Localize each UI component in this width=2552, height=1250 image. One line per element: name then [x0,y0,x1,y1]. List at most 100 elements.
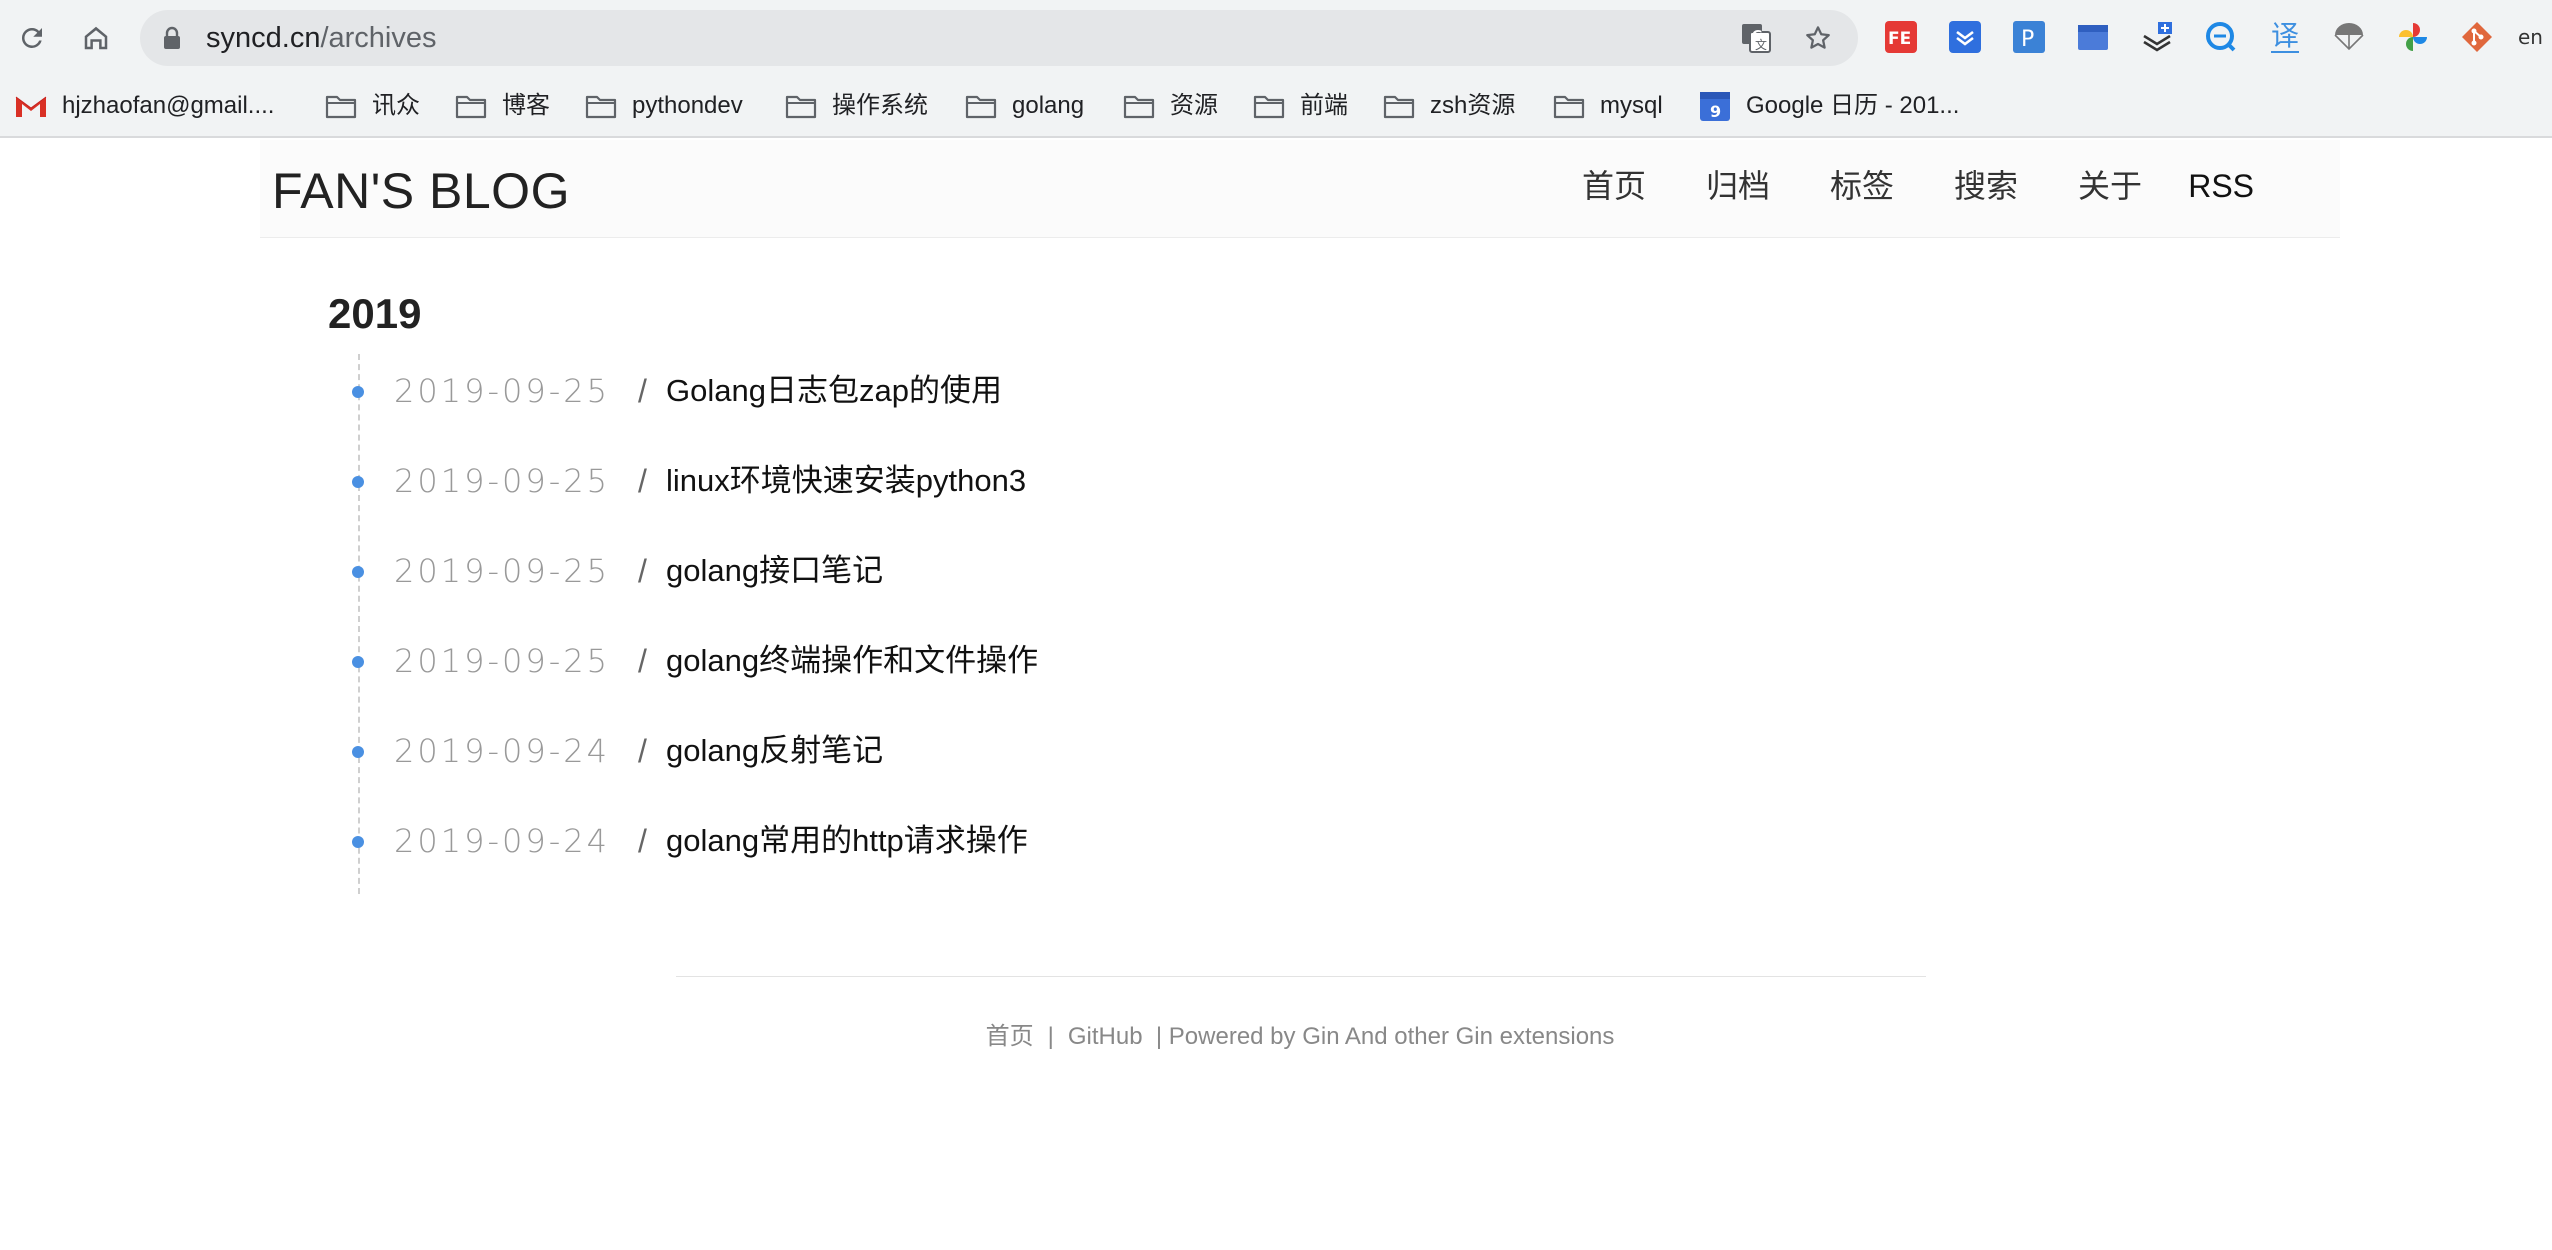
url-path: /archives [320,22,437,54]
timeline-dot [352,656,364,668]
bookmark-label: hjzhaofan@gmail.... [62,92,275,119]
bookmark-google-calendar[interactable]: 9 Google 日历 - 201... [1698,86,1959,126]
save-extension-icon[interactable] [1946,18,1984,56]
bookmark-folder-resources[interactable]: 资源 [1122,86,1218,126]
nav-about[interactable]: 关于 [2078,162,2142,210]
en-extension-label: en [2518,25,2543,49]
bookmark-label: Google 日历 - 201... [1746,92,1960,119]
post-title-link[interactable]: linux环境快速安装python3 [666,460,1026,502]
post-separator: / [638,553,647,589]
fe-extension-icon[interactable]: FE [1882,18,1920,56]
p-badge-text: P [2021,27,2034,52]
translate-page-icon[interactable]: G 文 [1738,20,1774,56]
post-date: 2019-09-25 [394,552,610,590]
post-title-link[interactable]: golang终端操作和文件操作 [666,640,1038,682]
bookmark-label: 博客 [502,92,550,119]
bookmarks-bar: hjzhaofan@gmail.... 讯众 博客 pythondev 操作系统… [0,76,2552,138]
bookmark-folder-pythondev[interactable]: pythondev [584,86,743,126]
bookmark-label: 讯众 [372,92,420,119]
url-host: syncd.cn [206,22,321,54]
nav-home[interactable]: 首页 [1582,162,1646,210]
footer-powered-by: | Powered by Gin And other Gin extension… [1155,1023,1615,1050]
reload-button[interactable] [8,14,56,62]
lock-icon [164,26,180,49]
translate-extension-icon[interactable]: 译 [2266,18,2304,56]
nav-tags[interactable]: 标签 [1830,162,1894,210]
bookmark-label: zsh资源 [1430,92,1516,119]
bookmark-label: 操作系统 [832,92,928,119]
p-extension-icon[interactable]: P [2010,18,2048,56]
bookmark-folder-frontend[interactable]: 前端 [1252,86,1348,126]
footer-pipe: | [1047,1023,1054,1050]
bookmark-label: golang [1012,92,1085,119]
pinwheel-extension-icon[interactable] [2394,18,2432,56]
bookmark-star-icon[interactable] [1800,20,1836,56]
bookmark-label: 资源 [1170,92,1218,119]
window-extension-icon[interactable] [2074,18,2112,56]
search-extension-icon[interactable] [2202,18,2240,56]
home-icon [84,26,108,50]
folder-icon [1122,92,1156,120]
en-extension-icon[interactable]: en [2518,18,2552,56]
post-separator: / [638,733,647,769]
post-separator: / [638,643,647,679]
gmail-icon [14,92,48,120]
calendar-badge-text: 9 [1710,102,1721,121]
svg-text:文: 文 [1755,37,1767,52]
timeline-line [358,354,360,894]
fe-badge-text: FE [1888,29,1911,49]
site-footer: 首页 | GitHub | Powered by Gin And other Gin… [0,1020,2552,1054]
folder-icon [1552,92,1586,120]
timeline-dot [352,746,364,758]
folder-icon [1252,92,1286,120]
site-title[interactable]: FAN'S BLOG [272,162,570,220]
bookmark-folder-xunzhong[interactable]: 讯众 [324,86,420,126]
address-bar[interactable]: syncd.cn/archives G 文 [140,10,1858,66]
translate-extension-label: 译 [2270,19,2299,53]
bookmark-folder-golang[interactable]: golang [964,86,1084,126]
footer-home-link[interactable]: 首页 [986,1023,1034,1050]
parachute-extension-icon[interactable] [2330,18,2368,56]
post-separator: / [638,823,647,859]
layers-extension-icon[interactable] [2138,18,2176,56]
url-text: syncd.cn/archives [206,22,437,54]
bookmark-folder-blog[interactable]: 博客 [454,86,550,126]
bookmark-label: mysql [1600,92,1663,119]
post-title-link[interactable]: golang接口笔记 [666,550,883,592]
bookmark-label: pythondev [632,92,743,119]
reload-icon [21,27,42,48]
post-title-link[interactable]: golang常用的http请求操作 [666,820,1028,862]
folder-icon [454,92,488,120]
timeline-dot [352,386,364,398]
post-date: 2019-09-24 [394,822,610,860]
post-date: 2019-09-24 [394,732,610,770]
timeline-dot [352,566,364,578]
bookmark-folder-zsh[interactable]: zsh资源 [1382,86,1515,126]
post-separator: / [638,373,647,409]
post-date: 2019-09-25 [394,372,610,410]
home-button[interactable] [72,14,120,62]
post-title-link[interactable]: golang反射笔记 [666,730,883,772]
browser-toolbar: syncd.cn/archives G 文 FE P 译 en [0,0,2552,76]
bookmark-label: 前端 [1300,92,1348,119]
google-calendar-icon: 9 [1698,92,1732,121]
archive-year: 2019 [328,290,422,337]
bookmark-folder-os[interactable]: 操作系统 [784,86,928,126]
folder-icon [964,92,998,120]
bookmark-folder-mysql[interactable]: mysql [1552,86,1663,126]
footer-divider [676,976,1926,977]
nav-archives[interactable]: 归档 [1706,162,1770,210]
post-date: 2019-09-25 [394,642,610,680]
site-header: FAN'S BLOG 首页 归档 标签 搜索 关于 RSS [260,140,2340,238]
folder-icon [784,92,818,120]
git-extension-icon[interactable] [2458,18,2496,56]
folder-icon [324,92,358,120]
nav-rss[interactable]: RSS [2188,162,2254,210]
timeline-dot [352,476,364,488]
folder-icon [1382,92,1416,120]
folder-icon [584,92,618,120]
footer-github-link[interactable]: GitHub [1068,1023,1143,1050]
nav-search[interactable]: 搜索 [1954,162,2018,210]
post-title-link[interactable]: Golang日志包zap的使用 [666,370,1002,412]
bookmark-gmail[interactable]: hjzhaofan@gmail.... [14,86,274,126]
